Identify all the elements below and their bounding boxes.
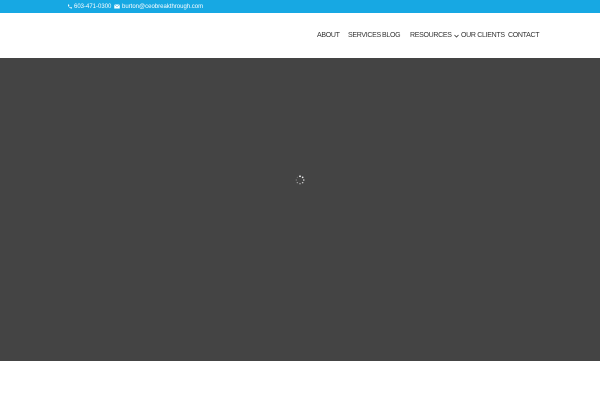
nav-item-label: ABOUT [317,32,340,39]
nav-item-our-clients[interactable]: OUR CLIENTS [461,13,505,58]
spinner-icon [295,175,305,185]
nav-item-services[interactable]: SERVICES [348,13,381,58]
nav-item-label: OUR CLIENTS [461,32,505,39]
nav-item-label: CONTACT [508,32,540,39]
phone-link[interactable]: 603-471-0300 [67,0,111,13]
nav-item-label: BLOG [382,32,401,39]
nav-item-label: RESOURCES [410,32,452,39]
email-text: burton@ceobreakthrough.com [122,3,204,10]
chevron-down-icon [453,34,459,38]
hero-section [0,58,600,361]
nav-item-contact[interactable]: CONTACT [508,13,540,58]
below-hero-area [0,361,600,400]
nav-item-resources[interactable]: RESOURCES [410,13,459,58]
phone-icon [67,4,72,9]
nav-item-about[interactable]: ABOUT [317,13,340,58]
envelope-icon [114,4,120,9]
phone-text: 603-471-0300 [74,3,112,10]
nav-item-label: SERVICES [348,32,381,39]
main-header: ABOUT SERVICES BLOG RESOURCES OUR CLIENT… [0,13,600,58]
email-link[interactable]: burton@ceobreakthrough.com [114,0,203,13]
nav-item-blog[interactable]: BLOG [382,13,401,58]
top-bar: 603-471-0300 burton@ceobreakthrough.com [0,0,600,13]
